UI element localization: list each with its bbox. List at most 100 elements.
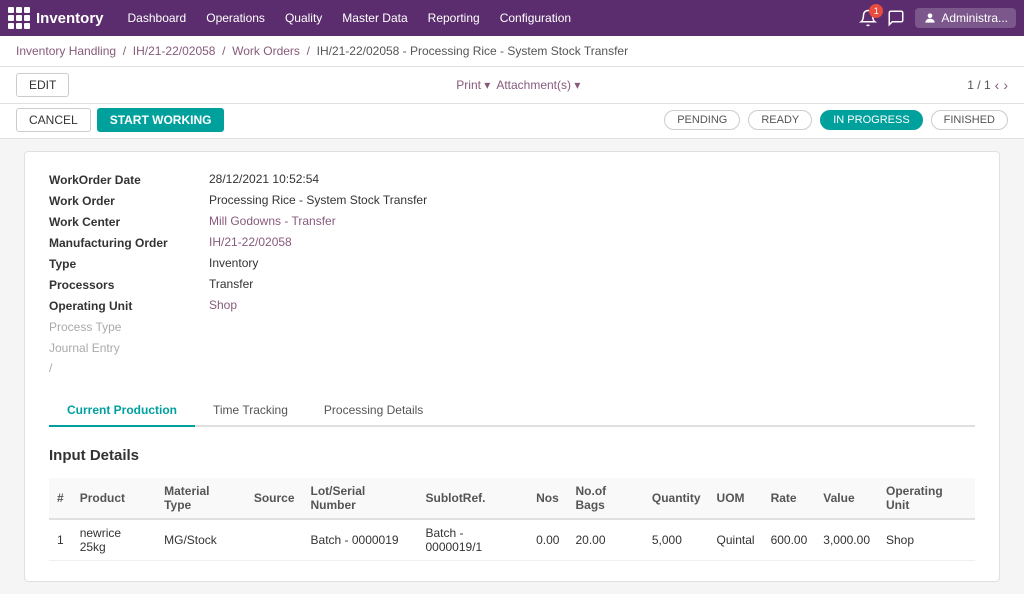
cell-value: 3,000.00	[815, 519, 878, 561]
processors-value: Transfer	[209, 277, 253, 291]
process-type-label: Process Type	[49, 319, 209, 334]
tab-content-current-production: Input Details # Product Material Type So…	[49, 427, 975, 561]
cell-operating-unit: Shop	[878, 519, 975, 561]
journal-entry-label: Journal Entry	[49, 340, 209, 355]
input-details-table: # Product Material Type Source Lot/Seria…	[49, 478, 975, 561]
table-row[interactable]: 1 newrice 25kg MG/Stock Batch - 0000019 …	[49, 519, 975, 561]
col-operating-unit: Operating Unit	[878, 478, 975, 519]
edit-button[interactable]: EDIT	[16, 73, 69, 97]
manufacturing-order-row: Manufacturing Order IH/21-22/02058	[49, 235, 975, 250]
app-title: Inventory	[36, 10, 104, 27]
main-nav: Dashboard Operations Quality Master Data…	[120, 7, 844, 29]
next-record-button[interactable]: ›	[1003, 77, 1008, 93]
cell-quantity: 5,000	[644, 519, 709, 561]
cell-num: 1	[49, 519, 72, 561]
cell-product: newrice 25kg	[72, 519, 156, 561]
work-order-value: Processing Rice - System Stock Transfer	[209, 193, 427, 207]
breadcrumb-current: IH/21-22/02058 - Processing Rice - Syste…	[317, 44, 628, 58]
cell-no-of-bags: 20.00	[567, 519, 643, 561]
status-in-progress[interactable]: IN PROGRESS	[820, 110, 922, 130]
cell-material-type: MG/Stock	[156, 519, 246, 561]
manufacturing-order-value[interactable]: IH/21-22/02058	[209, 235, 292, 249]
cell-uom: Quintal	[709, 519, 763, 561]
tab-current-production[interactable]: Current Production	[49, 395, 195, 427]
notification-badge: 1	[869, 4, 883, 18]
cell-sublot-ref: Batch - 0000019/1	[417, 519, 528, 561]
tab-time-tracking[interactable]: Time Tracking	[195, 395, 306, 427]
print-button[interactable]: Print ▾	[456, 78, 490, 92]
work-center-value[interactable]: Mill Godowns - Transfer	[209, 214, 336, 228]
processors-row: Processors Transfer	[49, 277, 975, 292]
center-action-buttons: Print ▾ Attachment(s) ▾	[456, 78, 580, 92]
cell-source	[246, 519, 303, 561]
cell-lot-serial: Batch - 0000019	[303, 519, 418, 561]
chat-icon[interactable]	[887, 9, 905, 27]
col-quantity: Quantity	[644, 478, 709, 519]
operating-unit-value[interactable]: Shop	[209, 298, 237, 312]
col-rate: Rate	[763, 478, 816, 519]
breadcrumb-work-orders[interactable]: Work Orders	[232, 44, 300, 58]
col-material-type: Material Type	[156, 478, 246, 519]
breadcrumb-inventory-handling[interactable]: Inventory Handling	[16, 44, 116, 58]
workorder-date-row: WorkOrder Date 28/12/2021 10:52:54	[49, 172, 975, 187]
header-right-icons: 1 Administra...	[859, 8, 1016, 28]
col-sublot-ref: SublotRef.	[417, 478, 528, 519]
action-bar: EDIT Print ▾ Attachment(s) ▾ 1 / 1 ‹ ›	[0, 67, 1024, 104]
tab-processing-details[interactable]: Processing Details	[306, 395, 441, 427]
admin-label: Administra...	[941, 11, 1008, 25]
slash-separator: /	[49, 361, 975, 375]
nav-operations[interactable]: Operations	[198, 7, 273, 29]
col-value: Value	[815, 478, 878, 519]
secondary-action-buttons: CANCEL START WORKING	[16, 108, 224, 132]
breadcrumb: Inventory Handling / IH/21-22/02058 / Wo…	[0, 36, 1024, 67]
processors-label: Processors	[49, 277, 209, 292]
left-action-buttons: EDIT	[16, 73, 69, 97]
cancel-button[interactable]: CANCEL	[16, 108, 91, 132]
attachments-button[interactable]: Attachment(s) ▾	[496, 78, 580, 92]
col-product: Product	[72, 478, 156, 519]
counter-text: 1 / 1	[967, 78, 990, 92]
status-pills: PENDING READY IN PROGRESS FINISHED	[664, 110, 1008, 130]
nav-reporting[interactable]: Reporting	[420, 7, 488, 29]
admin-menu-button[interactable]: Administra...	[915, 8, 1016, 28]
status-ready[interactable]: READY	[748, 110, 812, 130]
workorder-date-value: 28/12/2021 10:52:54	[209, 172, 319, 186]
work-center-label: Work Center	[49, 214, 209, 229]
tabs-bar: Current Production Time Tracking Process…	[49, 395, 975, 427]
main-content: WorkOrder Date 28/12/2021 10:52:54 Work …	[0, 139, 1024, 594]
nav-master-data[interactable]: Master Data	[334, 7, 415, 29]
manufacturing-order-label: Manufacturing Order	[49, 235, 209, 250]
prev-record-button[interactable]: ‹	[995, 77, 1000, 93]
grid-icon	[8, 7, 30, 29]
status-pending[interactable]: PENDING	[664, 110, 740, 130]
journal-entry-row: Journal Entry	[49, 340, 975, 355]
col-lot-serial: Lot/Serial Number	[303, 478, 418, 519]
form-card: WorkOrder Date 28/12/2021 10:52:54 Work …	[24, 151, 1000, 582]
app-logo: Inventory	[8, 7, 104, 29]
cell-nos: 0.00	[528, 519, 567, 561]
workorder-date-label: WorkOrder Date	[49, 172, 209, 187]
operating-unit-row: Operating Unit Shop	[49, 298, 975, 313]
nav-quality[interactable]: Quality	[277, 7, 330, 29]
work-order-row: Work Order Processing Rice - System Stoc…	[49, 193, 975, 208]
col-num: #	[49, 478, 72, 519]
cell-rate: 600.00	[763, 519, 816, 561]
status-finished[interactable]: FINISHED	[931, 110, 1008, 130]
col-uom: UOM	[709, 478, 763, 519]
nav-configuration[interactable]: Configuration	[492, 7, 579, 29]
nav-dashboard[interactable]: Dashboard	[120, 7, 195, 29]
type-value: Inventory	[209, 256, 258, 270]
operating-unit-label: Operating Unit	[49, 298, 209, 313]
type-row: Type Inventory	[49, 256, 975, 271]
notification-icon[interactable]: 1	[859, 9, 877, 27]
col-nos: Nos	[528, 478, 567, 519]
top-navigation: Inventory Dashboard Operations Quality M…	[0, 0, 1024, 36]
start-working-button[interactable]: START WORKING	[97, 108, 225, 132]
breadcrumb-ih-number[interactable]: IH/21-22/02058	[133, 44, 216, 58]
input-details-table-container: # Product Material Type Source Lot/Seria…	[49, 478, 975, 561]
col-no-of-bags: No.of Bags	[567, 478, 643, 519]
table-header-row: # Product Material Type Source Lot/Seria…	[49, 478, 975, 519]
col-source: Source	[246, 478, 303, 519]
input-details-title: Input Details	[49, 447, 975, 464]
work-center-row: Work Center Mill Godowns - Transfer	[49, 214, 975, 229]
